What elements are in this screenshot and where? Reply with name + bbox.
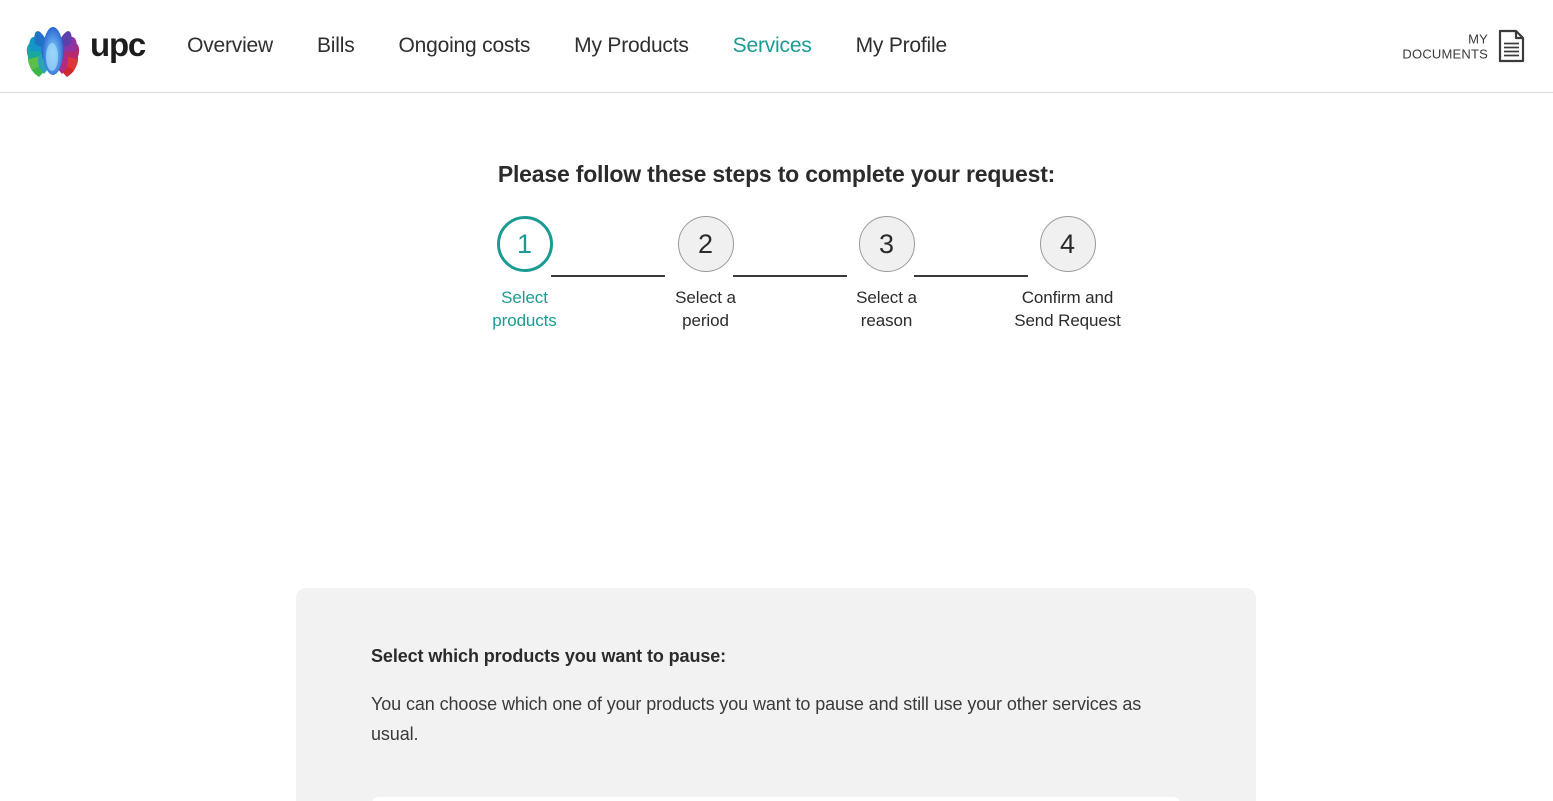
- stepper-connector-2-3: [732, 275, 847, 277]
- nav-item-my-profile[interactable]: My Profile: [856, 34, 948, 58]
- stepper-step-1[interactable]: 1 Select products: [465, 216, 585, 332]
- stepper-step-4[interactable]: 4 Confirm and Send Request: [1008, 216, 1128, 332]
- brand-logo[interactable]: upc: [22, 10, 146, 82]
- panel-description: You can choose which one of your product…: [371, 694, 1142, 744]
- stepper-step-3-circle[interactable]: 3: [858, 216, 915, 272]
- my-documents-link[interactable]: MY DOCUMENTS: [1402, 29, 1525, 63]
- nav-item-bills[interactable]: Bills: [317, 34, 355, 58]
- stepper-step-4-label: Confirm and Send Request: [1014, 288, 1121, 330]
- site-header: upc Overview Bills Ongoing costs My Prod…: [0, 0, 1553, 93]
- stepper-step-3[interactable]: 3 Select a reason: [827, 216, 947, 332]
- my-documents-line1: MY: [1468, 31, 1488, 46]
- main-content: Please follow these steps to complete yo…: [0, 161, 1553, 801]
- stepper-step-2-circle[interactable]: 2: [677, 216, 734, 272]
- nav-item-overview[interactable]: Overview: [187, 34, 273, 58]
- stepper-step-2-label: Select a period: [675, 288, 736, 330]
- brand-wordmark: upc: [90, 26, 146, 63]
- my-documents-label: MY DOCUMENTS: [1402, 31, 1488, 61]
- stepper-step-1-circle[interactable]: 1: [496, 216, 553, 272]
- stepper-connector-3-4: [913, 275, 1028, 277]
- product-card-digital-service[interactable]: DIGITAL SERVICE UPC TV 600 Mbit/s Intern…: [371, 797, 1181, 801]
- stepper-step-2[interactable]: 2 Select a period: [646, 216, 766, 332]
- progress-stepper: 1 Select products 2 Select a period 3 Se…: [481, 216, 1121, 346]
- document-page-icon: [1498, 29, 1525, 63]
- upc-lotus-logo-icon: [22, 13, 84, 79]
- stepper-step-1-label: Select products: [492, 288, 557, 330]
- nav-item-services[interactable]: Services: [733, 34, 812, 58]
- stepper-connector-1-2: [550, 275, 665, 277]
- nav-item-ongoing-costs[interactable]: Ongoing costs: [399, 34, 531, 58]
- stepper-step-3-label: Select a reason: [856, 288, 917, 330]
- page-title: Please follow these steps to complete yo…: [497, 161, 1056, 187]
- panel-heading: Select which products you want to pause:: [371, 646, 727, 666]
- stepper-step-4-circle[interactable]: 4: [1039, 216, 1096, 272]
- product-selection-panel: Select which products you want to pause:…: [296, 588, 1256, 801]
- main-navigation: Overview Bills Ongoing costs My Products…: [187, 34, 947, 58]
- my-documents-line2: DOCUMENTS: [1402, 46, 1488, 61]
- nav-item-my-products[interactable]: My Products: [574, 34, 689, 58]
